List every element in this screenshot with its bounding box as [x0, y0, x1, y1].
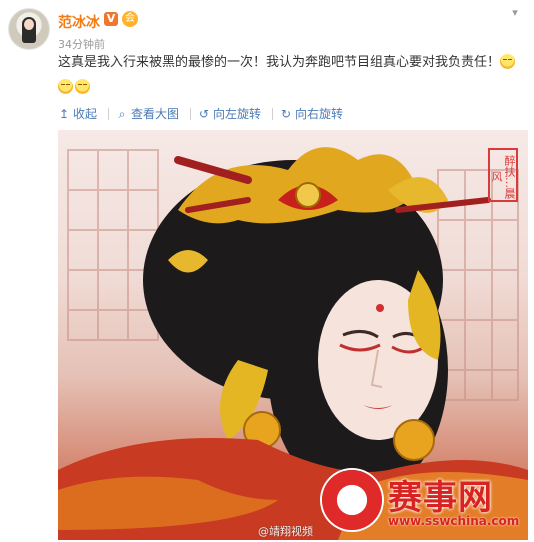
- post-text: 这真是我入行来被黑的最惨的一次！我认为奔跑吧节目组真心要对我负责任！: [58, 54, 528, 72]
- site-logo-url: www.sswchina.com: [388, 514, 520, 528]
- post-image[interactable]: 醉扶…晨风 @靖翔视频 赛事网 www.sswchina.com: [58, 130, 528, 540]
- calligraphy-seal: 醉扶…晨风: [488, 148, 518, 202]
- post-text-content: 这真是我入行来被黑的最惨的一次！我认为奔跑吧节目组真心要对我负责任！: [58, 55, 501, 70]
- view-large-button[interactable]: ⌕ 查看大图: [116, 104, 179, 124]
- emoji-row: [58, 76, 92, 95]
- image-toolbar: ↥ 收起 ⌕ 查看大图 ↺ 向左旋转 ↻ 向右旋转: [58, 104, 528, 124]
- site-logo-mark-icon: [322, 470, 382, 530]
- rotate-left-button[interactable]: ↺ 向左旋转: [198, 104, 261, 124]
- rotate-left-label: 向左旋转: [213, 107, 262, 121]
- avatar[interactable]: [8, 8, 50, 50]
- site-logo-name: 赛事网: [388, 478, 493, 518]
- avatar-face: [24, 19, 34, 30]
- magnify-icon: ⌕: [118, 107, 126, 121]
- divider: [272, 108, 273, 120]
- divider: [190, 108, 191, 120]
- post-header: 范冰冰 V 会 34分钟前 ▾: [0, 0, 534, 58]
- sleepy-face-emoji-icon: [75, 79, 90, 94]
- rotate-left-icon: ↺: [198, 107, 210, 121]
- chevron-down-icon[interactable]: ▾: [508, 6, 522, 20]
- collapse-icon: ↥: [58, 107, 70, 121]
- divider: [108, 108, 109, 120]
- collapse-button[interactable]: ↥ 收起: [58, 104, 97, 124]
- rotate-right-icon: ↻: [280, 107, 292, 121]
- rotate-right-button[interactable]: ↻ 向右旋转: [280, 104, 343, 124]
- verified-badge-icon: V: [104, 12, 118, 26]
- rotate-right-label: 向右旋转: [295, 107, 344, 121]
- view-large-label: 查看大图: [131, 107, 180, 121]
- site-logo: 赛事网 www.sswchina.com: [322, 466, 522, 536]
- sleepy-face-emoji-icon: [58, 79, 73, 94]
- collapse-label: 收起: [73, 107, 98, 121]
- post-time[interactable]: 34分钟前: [58, 36, 105, 52]
- sleepy-face-emoji-icon: [500, 54, 516, 69]
- user-name[interactable]: 范冰冰: [58, 12, 100, 32]
- weibo-watermark: @靖翔视频: [258, 525, 313, 538]
- member-badge-icon: 会: [122, 11, 138, 27]
